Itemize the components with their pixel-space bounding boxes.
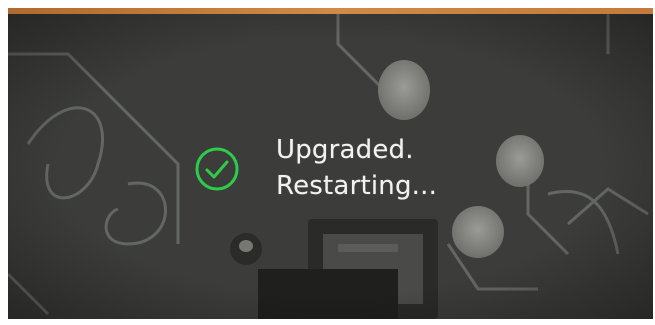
photo-frame: Upgraded. Restarting... [0,0,655,325]
status-line-upgraded: Upgraded. [276,135,414,165]
status-overlay: Upgraded. Restarting... [194,132,474,212]
device-screen: Upgraded. Restarting... [8,8,653,319]
check-circle-icon [195,147,239,191]
status-line-restarting: Restarting... [276,171,438,201]
status-message: Upgraded. Restarting... [276,132,437,204]
